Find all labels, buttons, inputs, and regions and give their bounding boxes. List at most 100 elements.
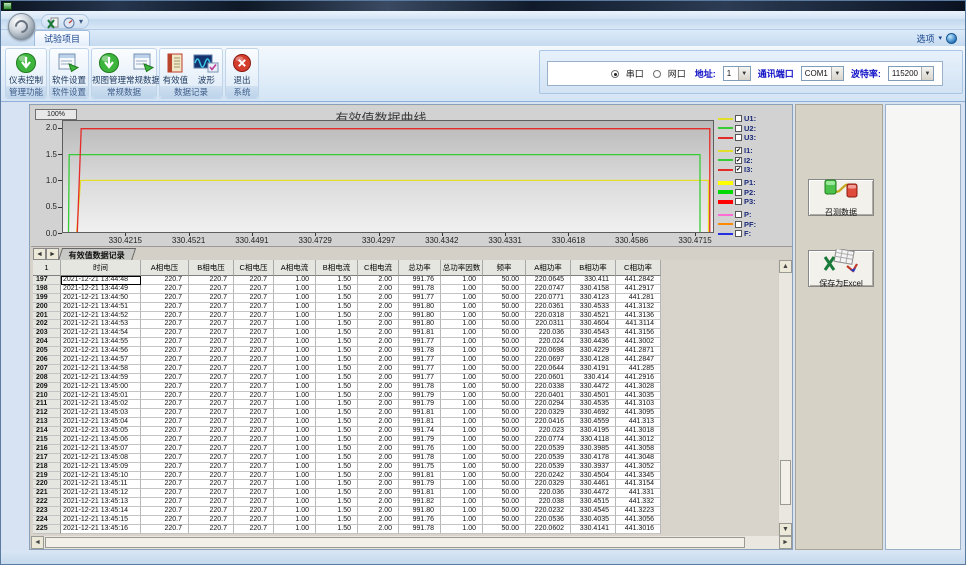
table-cell[interactable]: 220.7 bbox=[234, 525, 274, 534]
table-cell[interactable]: 1.00 bbox=[274, 312, 316, 321]
table-cell[interactable]: 220.0401 bbox=[526, 392, 571, 401]
horizontal-scrollbar[interactable]: ◄ ► bbox=[31, 536, 792, 549]
save-excel-button[interactable]: 保存为Excel bbox=[808, 250, 874, 287]
table-cell[interactable]: 991.80 bbox=[399, 312, 441, 321]
row-number-cell[interactable]: 206 bbox=[33, 356, 61, 365]
table-cell[interactable]: 220.7 bbox=[189, 445, 234, 454]
table-cell[interactable]: 220.7 bbox=[189, 507, 234, 516]
table-cell[interactable]: 441.332 bbox=[616, 498, 661, 507]
table-cell[interactable]: 1.00 bbox=[441, 489, 483, 498]
legend-checkbox-P1[interactable] bbox=[735, 179, 742, 186]
table-cell[interactable]: 2021-12-21 13:44:53 bbox=[61, 320, 141, 329]
table-cell[interactable]: 1.00 bbox=[441, 498, 483, 507]
tab-scroll-left-button[interactable]: ◄ bbox=[33, 248, 46, 260]
table-cell[interactable]: 50.00 bbox=[483, 383, 526, 392]
table-cell[interactable]: 1.00 bbox=[441, 418, 483, 427]
ribbon-button-仪表控制[interactable]: 仪表控制 bbox=[9, 49, 43, 86]
row-number-cell[interactable]: 197 bbox=[33, 276, 61, 285]
table-cell[interactable]: 991.78 bbox=[399, 525, 441, 534]
table-cell[interactable]: 1.50 bbox=[316, 329, 358, 338]
table-cell[interactable]: 441.3035 bbox=[616, 392, 661, 401]
table-cell[interactable]: 1.50 bbox=[316, 347, 358, 356]
column-header-A相电压[interactable]: A相电压 bbox=[141, 260, 189, 276]
table-cell[interactable]: 991.81 bbox=[399, 472, 441, 481]
meter-quick-icon[interactable] bbox=[63, 16, 75, 28]
table-cell[interactable]: 2.00 bbox=[358, 463, 399, 472]
table-cell[interactable]: 220.7 bbox=[234, 392, 274, 401]
table-cell[interactable]: 220.7 bbox=[234, 409, 274, 418]
table-cell[interactable]: 1.50 bbox=[316, 454, 358, 463]
table-cell[interactable]: 1.00 bbox=[274, 445, 316, 454]
table-cell[interactable]: 1.00 bbox=[441, 436, 483, 445]
table-cell[interactable]: 330.4436 bbox=[571, 338, 616, 347]
row-number-cell[interactable]: 222 bbox=[33, 498, 61, 507]
table-cell[interactable]: 220.7 bbox=[141, 312, 189, 321]
table-cell[interactable]: 220.0774 bbox=[526, 436, 571, 445]
table-cell[interactable]: 1.50 bbox=[316, 400, 358, 409]
table-cell[interactable]: 1.00 bbox=[274, 463, 316, 472]
table-cell[interactable]: 220.038 bbox=[526, 498, 571, 507]
ribbon-button-退出[interactable]: 退出 bbox=[232, 49, 252, 86]
table-cell[interactable]: 220.7 bbox=[189, 427, 234, 436]
table-cell[interactable]: 1.00 bbox=[274, 454, 316, 463]
table-cell[interactable]: 2.00 bbox=[358, 329, 399, 338]
table-cell[interactable]: 50.00 bbox=[483, 418, 526, 427]
table-row[interactable]: 2112021-12-21 13:45:02220.7220.7220.71.0… bbox=[33, 400, 661, 409]
table-cell[interactable]: 441.3095 bbox=[616, 409, 661, 418]
table-cell[interactable]: 220.7 bbox=[189, 436, 234, 445]
table-cell[interactable]: 1.00 bbox=[441, 356, 483, 365]
table-cell[interactable]: 330.411 bbox=[571, 276, 616, 285]
table-cell[interactable]: 1.50 bbox=[316, 525, 358, 534]
table-cell[interactable]: 220.7 bbox=[141, 498, 189, 507]
table-cell[interactable]: 220.0697 bbox=[526, 356, 571, 365]
ribbon-button-波形[interactable]: 波形 bbox=[193, 49, 219, 86]
table-cell[interactable]: 220.0416 bbox=[526, 418, 571, 427]
table-cell[interactable]: 220.7 bbox=[141, 320, 189, 329]
table-cell[interactable]: 2021-12-21 13:45:15 bbox=[61, 516, 141, 525]
table-cell[interactable]: 220.024 bbox=[526, 338, 571, 347]
scroll-down-icon[interactable]: ▼ bbox=[779, 523, 792, 536]
row-number-cell[interactable]: 210 bbox=[33, 392, 61, 401]
table-cell[interactable]: 1.00 bbox=[441, 472, 483, 481]
table-cell[interactable]: 441.3223 bbox=[616, 507, 661, 516]
table-cell[interactable]: 330.4504 bbox=[571, 472, 616, 481]
table-cell[interactable]: 2.00 bbox=[358, 383, 399, 392]
table-cell[interactable]: 991.78 bbox=[399, 383, 441, 392]
table-cell[interactable]: 1.00 bbox=[441, 383, 483, 392]
table-cell[interactable]: 330.4515 bbox=[571, 498, 616, 507]
table-cell[interactable]: 991.82 bbox=[399, 498, 441, 507]
table-cell[interactable]: 220.0539 bbox=[526, 463, 571, 472]
table-row[interactable]: 2072021-12-21 13:44:58220.7220.7220.71.0… bbox=[33, 365, 661, 374]
table-cell[interactable]: 220.7 bbox=[141, 454, 189, 463]
table-cell[interactable]: 220.7 bbox=[141, 525, 189, 534]
table-cell[interactable]: 1.00 bbox=[441, 480, 483, 489]
table-cell[interactable]: 220.7 bbox=[189, 276, 234, 285]
column-header-C相功率[interactable]: C相功率 bbox=[616, 260, 661, 276]
table-cell[interactable]: 220.0539 bbox=[526, 454, 571, 463]
table-cell[interactable]: 441.281 bbox=[616, 294, 661, 303]
table-cell[interactable]: 1.00 bbox=[274, 285, 316, 294]
table-cell[interactable]: 1.00 bbox=[274, 418, 316, 427]
row-number-cell[interactable]: 203 bbox=[33, 329, 61, 338]
table-row[interactable]: 2052021-12-21 13:44:56220.7220.7220.71.0… bbox=[33, 347, 661, 356]
table-cell[interactable]: 220.036 bbox=[526, 489, 571, 498]
table-cell[interactable]: 50.00 bbox=[483, 356, 526, 365]
qat-dropdown-icon[interactable]: ▾ bbox=[79, 17, 83, 26]
table-cell[interactable]: 1.00 bbox=[274, 498, 316, 507]
table-cell[interactable]: 220.0311 bbox=[526, 320, 571, 329]
table-cell[interactable]: 2021-12-21 13:45:13 bbox=[61, 498, 141, 507]
table-cell[interactable]: 2.00 bbox=[358, 472, 399, 481]
table-cell[interactable]: 991.78 bbox=[399, 347, 441, 356]
table-cell[interactable]: 2021-12-21 13:45:03 bbox=[61, 409, 141, 418]
table-cell[interactable]: 2021-12-21 13:44:56 bbox=[61, 347, 141, 356]
table-cell[interactable]: 50.00 bbox=[483, 312, 526, 321]
table-cell[interactable]: 2.00 bbox=[358, 489, 399, 498]
table-row[interactable]: 2202021-12-21 13:45:11220.7220.7220.71.0… bbox=[33, 480, 661, 489]
table-cell[interactable]: 1.50 bbox=[316, 285, 358, 294]
table-cell[interactable]: 1.00 bbox=[274, 365, 316, 374]
table-cell[interactable]: 2.00 bbox=[358, 516, 399, 525]
legend-checkbox-I3[interactable]: ✔ bbox=[735, 166, 742, 173]
table-cell[interactable]: 220.0771 bbox=[526, 294, 571, 303]
table-cell[interactable]: 1.50 bbox=[316, 516, 358, 525]
table-cell[interactable]: 330.4543 bbox=[571, 329, 616, 338]
